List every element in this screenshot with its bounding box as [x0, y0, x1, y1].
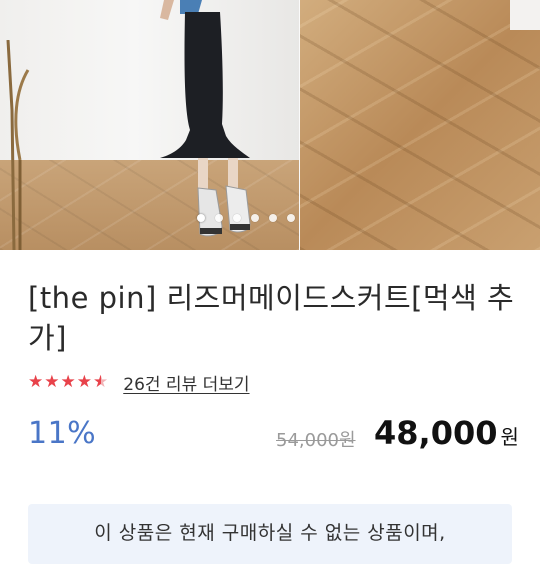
sale-price: 48,000 원: [374, 414, 519, 452]
star-icon: ★: [60, 372, 76, 392]
gallery-dot[interactable]: [269, 214, 277, 222]
sale-price-value: 48,000: [374, 414, 498, 452]
star-icon: ★: [93, 372, 109, 392]
gallery-pagination-dots[interactable]: [0, 214, 540, 230]
star-icon: ★: [76, 372, 92, 392]
gallery-dot[interactable]: [233, 214, 241, 222]
product-image-gallery[interactable]: [0, 0, 540, 250]
original-price: 54,000원: [276, 430, 356, 451]
gallery-dot[interactable]: [287, 214, 295, 222]
product-title: [the pin] 리즈머메이드스커트[먹색 추가]: [28, 281, 515, 355]
gallery-photo-right-floor: [300, 0, 540, 250]
sale-price-currency: 원: [500, 425, 519, 449]
rating-row: ★ ★ ★ ★ ★ 26건 리뷰 더보기: [28, 370, 250, 395]
star-icon: ★: [44, 372, 60, 392]
discount-rate: 11%: [28, 416, 97, 451]
star-rating: ★ ★ ★ ★ ★: [28, 372, 108, 392]
star-icon: ★: [28, 372, 44, 392]
gallery-dot[interactable]: [197, 214, 205, 222]
unavailable-notice: 이 상품은 현재 구매하실 수 없는 상품이며,: [28, 504, 512, 564]
gallery-photo-right-corner: [510, 0, 540, 30]
unavailable-notice-text: 이 상품은 현재 구매하실 수 없는 상품이며,: [94, 522, 446, 544]
gallery-dot[interactable]: [215, 214, 223, 222]
review-link[interactable]: 26건 리뷰 더보기: [123, 370, 249, 395]
gallery-dot[interactable]: [251, 214, 259, 222]
model-figure-image: [160, 0, 251, 237]
